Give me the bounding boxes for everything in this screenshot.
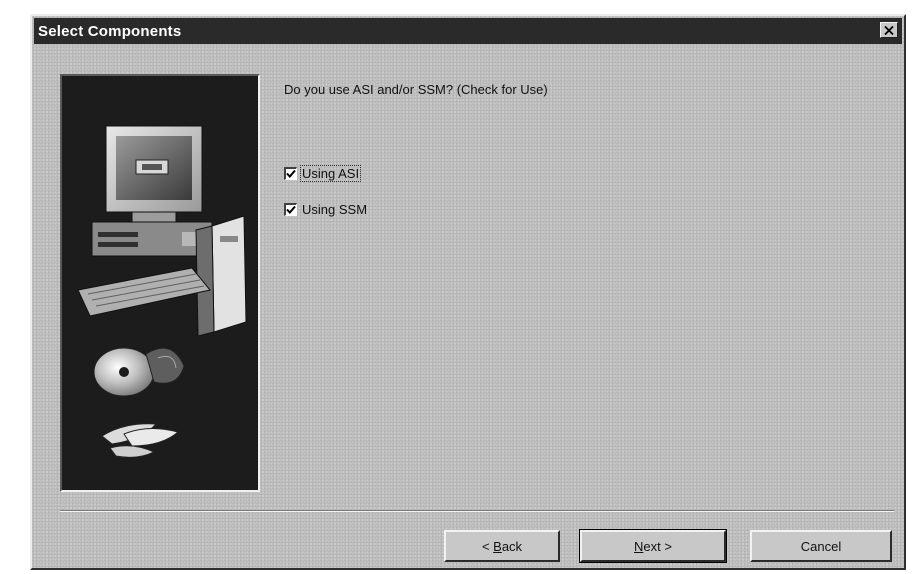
back-accel: B xyxy=(493,538,502,554)
checkmark-icon xyxy=(286,205,296,214)
back-prefix: < xyxy=(481,538,494,554)
back-label: < Back xyxy=(482,539,522,554)
asi-label[interactable]: Using ASI xyxy=(299,165,362,182)
cancel-label: Cancel xyxy=(800,538,842,554)
window-title: Select Components xyxy=(38,22,182,40)
next-button[interactable]: Next > xyxy=(579,529,727,563)
back-rest: ack xyxy=(501,538,523,554)
footer-divider xyxy=(60,510,894,512)
next-accel: N xyxy=(634,538,644,554)
next-label: Next > xyxy=(634,539,672,554)
asi-checkbox[interactable] xyxy=(284,167,297,180)
close-icon xyxy=(884,25,894,35)
computer-with-cds-illustration xyxy=(77,125,247,458)
option-using-asi[interactable]: Using ASI xyxy=(284,165,362,182)
ssm-label[interactable]: Using SSM xyxy=(301,202,368,217)
prompt-question: Do you use ASI and/or SSM? (Check for Us… xyxy=(284,82,548,97)
back-button[interactable]: < Back xyxy=(444,530,560,562)
wizard-illustration xyxy=(60,74,260,492)
option-using-ssm[interactable]: Using SSM xyxy=(284,202,368,217)
ssm-checkbox[interactable] xyxy=(284,203,297,216)
checkmark-icon xyxy=(286,169,296,178)
title-bar: Select Components xyxy=(34,18,902,44)
close-button[interactable] xyxy=(880,22,898,38)
cancel-button[interactable]: Cancel xyxy=(750,530,892,562)
next-rest: ext > xyxy=(643,538,672,554)
setup-dialog: Select Components Do you use ASI and/or … xyxy=(30,14,906,570)
